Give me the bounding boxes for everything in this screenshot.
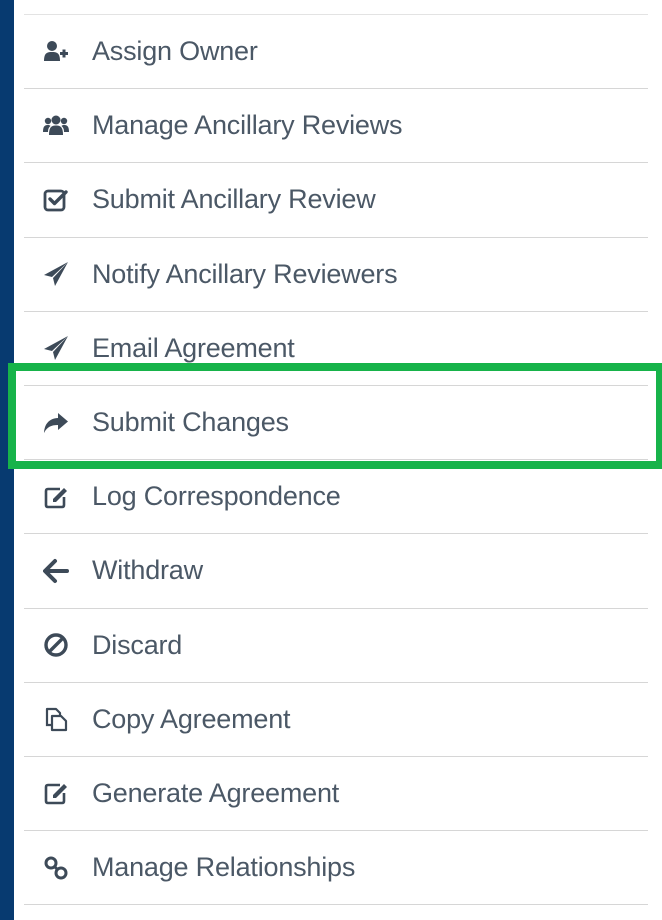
menu-item-manage-ancillary-reviews[interactable]: Manage Ancillary Reviews [24, 89, 648, 164]
actions-menu: Assign Owner Manage Ancillary Reviews Su… [24, 15, 648, 906]
menu-item-label: Copy Agreement [92, 703, 291, 734]
menu-item-copy-agreement[interactable]: Copy Agreement [24, 683, 648, 757]
users-icon [42, 112, 70, 140]
menu-item-generate-agreement[interactable]: Generate Agreement [24, 757, 648, 832]
menu-item-label: Manage Relationships [92, 852, 356, 883]
menu-item-submit-ancillary-review[interactable]: Submit Ancillary Review [24, 163, 648, 238]
menu-item-label: Assign Owner [92, 36, 258, 67]
check-square-icon [42, 186, 70, 214]
menu-item-manage-relationships[interactable]: Manage Relationships [24, 831, 648, 906]
link-icon [42, 854, 70, 882]
edit-icon [42, 779, 70, 807]
menu-item-label: Email Agreement [92, 332, 295, 363]
copy-icon [42, 705, 70, 733]
paper-plane-icon [42, 334, 70, 362]
ban-icon [42, 631, 70, 659]
arrow-left-icon [42, 557, 70, 585]
menu-item-log-correspondence[interactable]: Log Correspondence [24, 460, 648, 535]
menu-item-label: Submit Ancillary Review [92, 184, 376, 215]
menu-item-label: Generate Agreement [92, 777, 340, 808]
menu-item-label: Manage Ancillary Reviews [92, 110, 403, 141]
menu-item-label: Discard [92, 629, 183, 660]
menu-item-label: Log Correspondence [92, 481, 341, 512]
menu-item-assign-owner[interactable]: Assign Owner [24, 15, 648, 90]
paper-plane-icon [42, 260, 70, 288]
edit-icon [42, 483, 70, 511]
menu-item-label: Notify Ancillary Reviewers [92, 258, 398, 289]
menu-item-notify-ancillary-reviewers[interactable]: Notify Ancillary Reviewers [24, 238, 648, 312]
menu-item-label: Submit Changes [92, 407, 289, 438]
share-arrow-icon [42, 409, 70, 437]
menu-item-email-agreement[interactable]: Email Agreement [24, 312, 648, 386]
user-plus-icon [42, 38, 70, 66]
menu-item-submit-changes[interactable]: Submit Changes [24, 386, 648, 461]
menu-item-label: Withdraw [92, 555, 203, 586]
menu-item-discard[interactable]: Discard [24, 609, 648, 683]
menu-item-withdraw[interactable]: Withdraw [24, 534, 648, 609]
